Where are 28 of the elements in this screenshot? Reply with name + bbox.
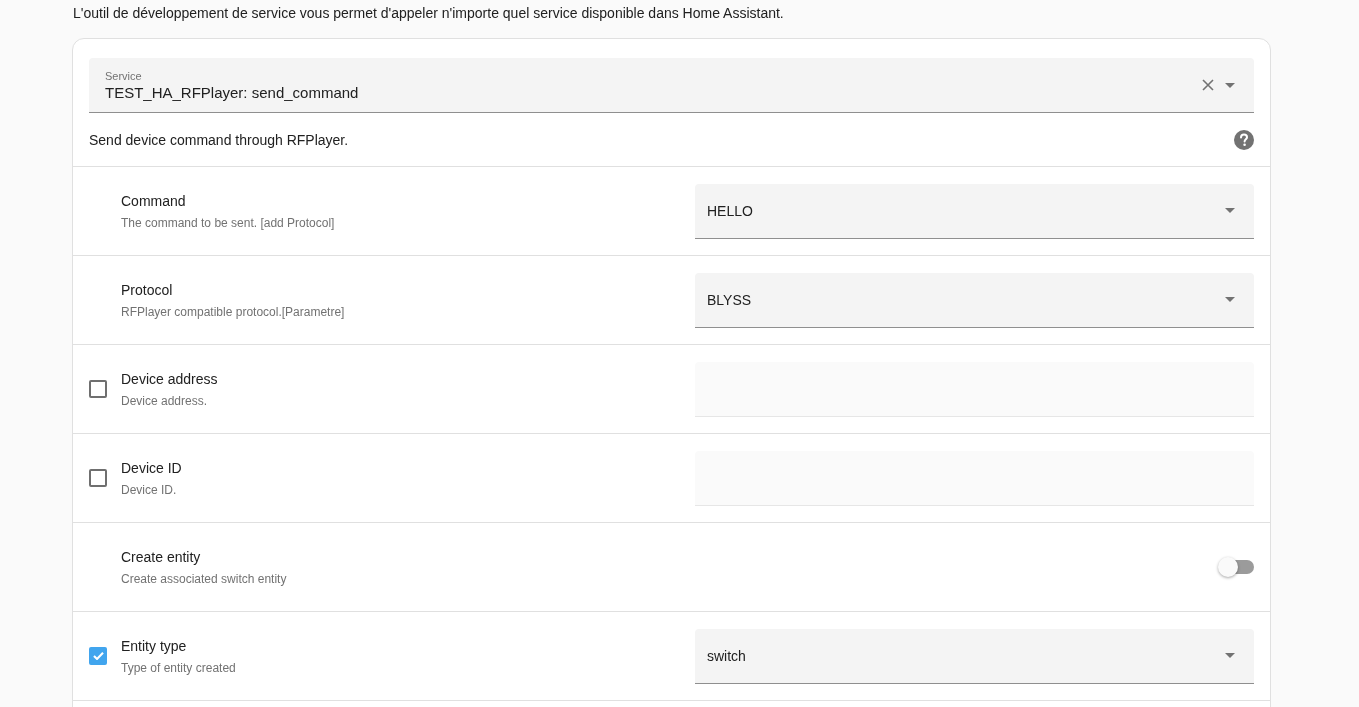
checkbox[interactable] (89, 647, 107, 665)
field-description: Device ID. (121, 482, 177, 498)
field-description: Type of entity created (121, 660, 236, 676)
caret-icon (1225, 208, 1235, 213)
toggle-switch[interactable] (1218, 557, 1254, 577)
field-label: Protocol (121, 281, 173, 300)
select-field[interactable]: switch (695, 628, 1254, 684)
field-label: Entity type (121, 637, 187, 656)
caret-icon (1225, 82, 1235, 88)
field-description: RFPlayer compatible protocol.[Parametre] (121, 304, 345, 320)
check-icon (92, 652, 104, 660)
select-field[interactable]: HELLO (695, 183, 1254, 239)
help-icon[interactable] (1234, 129, 1254, 150)
service-description: Send device command through RFPlayer. (89, 130, 349, 150)
field-label: Device address (121, 370, 218, 389)
field-label: Service (105, 69, 142, 83)
field-label: Command (121, 192, 186, 211)
close-icon[interactable] (1202, 79, 1214, 91)
caret-icon (1225, 297, 1235, 302)
service-select-field[interactable]: Service TEST_HA_RFPlayer: send_command (89, 58, 1254, 113)
intro-text: L'outil de développement de service vous permet d'appeler n'importe quel service disponible dans Home Assistant. (73, 4, 784, 23)
field-description: Create associated switch entity (121, 571, 287, 587)
caret-icon (1225, 653, 1235, 658)
field-label: Create entity (121, 548, 201, 567)
select-field[interactable]: BLYSS (695, 272, 1254, 328)
field-description: Device address. (121, 393, 208, 409)
field-description: The command to be sent. [add Protocol] (121, 215, 335, 231)
field-label: Device ID (121, 459, 182, 478)
